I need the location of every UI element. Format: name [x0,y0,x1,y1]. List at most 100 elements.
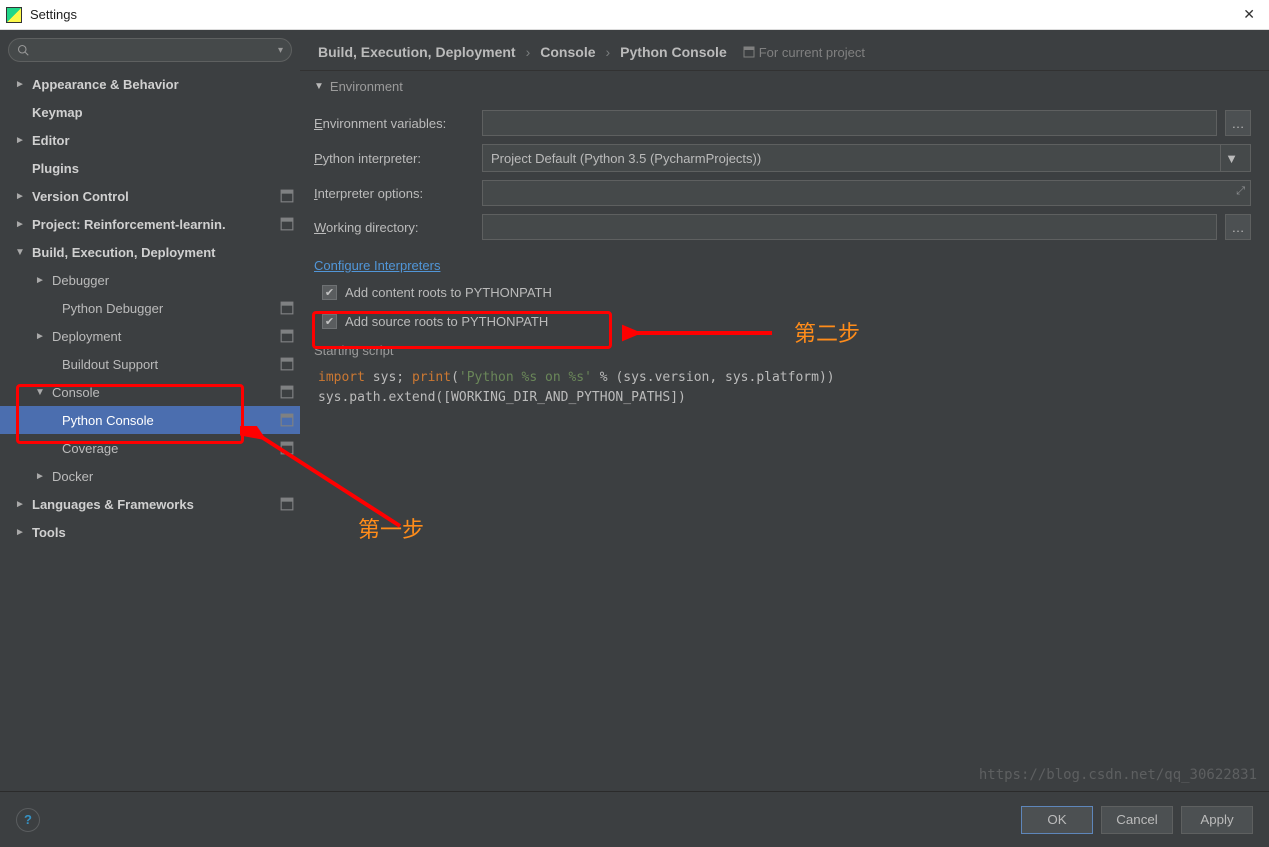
help-button[interactable]: ? [16,808,40,832]
starting-script-editor[interactable]: import sys; print('Python %s on %s' % (s… [314,364,1255,584]
sidebar-item-coverage[interactable]: Coverage [0,434,300,462]
tree-item-label: Project: Reinforcement-learnin. [32,217,226,232]
environment-section[interactable]: ▼ Environment [300,70,1269,98]
search-icon [17,44,29,56]
checkbox-checked-icon[interactable]: ✔ [322,285,337,300]
breadcrumb-c: Python Console [620,44,727,60]
add-content-roots-row[interactable]: ✔ Add content roots to PYTHONPATH [300,281,1269,304]
add-source-roots-label: Add source roots to PYTHONPATH [345,314,548,329]
sidebar-item-editor[interactable]: ► Editor [0,126,300,154]
triangle-right-icon: ► [14,79,26,90]
chevron-right-icon: › [606,44,611,60]
chevron-down-icon: ▼ [1220,145,1242,171]
settings-sidebar: ▾ ► Appearance & Behavior Keymap ► Editor Plu… [0,30,300,791]
triangle-down-icon: ▼ [34,387,46,398]
close-icon[interactable]: ✕ [1235,6,1263,23]
dialog-footer: ? OK Cancel Apply [0,791,1269,847]
cancel-button[interactable]: Cancel [1101,806,1173,834]
sidebar-item-build-execution-deployment[interactable]: ▼Build, Execution, Deployment [0,238,300,266]
titlebar: Settings ✕ [0,0,1269,30]
tree-item-label: Tools [32,525,66,540]
triangle-right-icon: ► [14,527,26,538]
breadcrumb-b: Console [540,44,595,60]
breadcrumb-a: Build, Execution, Deployment [318,44,516,60]
project-scope-icon [280,441,294,455]
configure-interpreters-link[interactable]: Configure Interpreters [300,254,1269,281]
add-content-roots-label: Add content roots to PYTHONPATH [345,285,552,300]
interpreter-value: Project Default (Python 3.5 (PycharmProj… [491,151,761,166]
sidebar-item-version-control[interactable]: ► Version Control [0,182,300,210]
sidebar-item-python-console[interactable]: Python Console [0,406,300,434]
sidebar-item-buildout-support[interactable]: Buildout Support [0,350,300,378]
project-icon [743,46,755,58]
apply-button[interactable]: Apply [1181,806,1253,834]
sidebar-item-languages-frameworks[interactable]: ► Languages & Frameworks [0,490,300,518]
project-scope-icon [280,357,294,371]
tree-item-label: Languages & Frameworks [32,497,194,512]
tree-item-label: Plugins [32,161,79,176]
sidebar-item-debugger[interactable]: ► Debugger [0,266,300,294]
tree-item-label: Appearance & Behavior [32,77,179,92]
env-vars-input[interactable] [482,110,1217,136]
interp-options-label: Interpreter options: [314,186,474,201]
sidebar-item-keymap[interactable]: Keymap [0,98,300,126]
sidebar-item-tools[interactable]: ► Tools [0,518,300,546]
tree-item-label: Editor [32,133,70,148]
project-scope-icon [280,189,294,203]
sidebar-item-project-reinforcement-learnin[interactable]: ► Project: Reinforcement-learnin. [0,210,300,238]
sidebar-item-appearance-behavior[interactable]: ► Appearance & Behavior [0,70,300,98]
workdir-label: Working directory: [314,220,474,235]
settings-main: Build, Execution, Deployment › Console ›… [300,30,1269,791]
tree-item-label: Debugger [52,273,109,288]
pycharm-icon [6,7,22,23]
chevron-down-icon: ▾ [278,45,283,56]
triangle-right-icon: ► [14,135,26,146]
section-title: Environment [330,79,403,94]
sidebar-item-plugins[interactable]: Plugins [0,154,300,182]
project-scope-label: For current project [743,45,865,60]
triangle-right-icon: ► [14,191,26,202]
project-scope-icon [280,301,294,315]
tree-item-label: Coverage [62,441,118,456]
project-scope-icon [280,497,294,511]
project-scope-icon [280,413,294,427]
tree-item-label: Version Control [32,189,129,204]
env-vars-browse-button[interactable]: … [1225,110,1251,136]
project-scope-icon [280,385,294,399]
triangle-down-icon: ▼ [314,81,324,92]
starting-script-label: Starting script [300,333,1269,364]
triangle-right-icon: ► [14,219,26,230]
tree-item-label: Python Debugger [62,301,163,316]
tree-item-label: Buildout Support [62,357,158,372]
workdir-browse-button[interactable]: … [1225,214,1251,240]
sidebar-item-docker[interactable]: ► Docker [0,462,300,490]
interp-options-input[interactable] [482,180,1251,206]
project-scope-icon [280,217,294,231]
interpreter-dropdown[interactable]: Project Default (Python 3.5 (PycharmProj… [482,144,1251,172]
triangle-right-icon: ► [34,331,46,342]
workdir-input[interactable] [482,214,1217,240]
sidebar-item-python-debugger[interactable]: Python Debugger [0,294,300,322]
triangle-right-icon: ► [14,499,26,510]
environment-form: Environment variables: … Python interpre… [300,98,1269,254]
settings-tree: ► Appearance & Behavior Keymap ► Editor Plugi… [0,68,300,791]
expand-icon[interactable]: ⤢ [1236,185,1245,198]
window-title: Settings [30,7,1235,22]
tree-item-label: Console [52,385,100,400]
triangle-down-icon: ▼ [14,247,26,258]
search-input[interactable]: ▾ [8,38,292,62]
dialog-body: ▾ ► Appearance & Behavior Keymap ► Editor Plu… [0,30,1269,791]
tree-item-label: Keymap [32,105,83,120]
tree-item-label: Deployment [52,329,121,344]
triangle-right-icon: ► [34,471,46,482]
interpreter-label: Python interpreter: [314,151,474,166]
ok-button[interactable]: OK [1021,806,1093,834]
checkbox-checked-icon[interactable]: ✔ [322,314,337,329]
chevron-right-icon: › [526,44,531,60]
breadcrumb: Build, Execution, Deployment › Console ›… [300,30,1269,70]
triangle-right-icon: ► [34,275,46,286]
add-source-roots-row[interactable]: ✔ Add source roots to PYTHONPATH [300,310,1269,333]
tree-item-label: Docker [52,469,93,484]
sidebar-item-deployment[interactable]: ► Deployment [0,322,300,350]
sidebar-item-console[interactable]: ▼ Console [0,378,300,406]
